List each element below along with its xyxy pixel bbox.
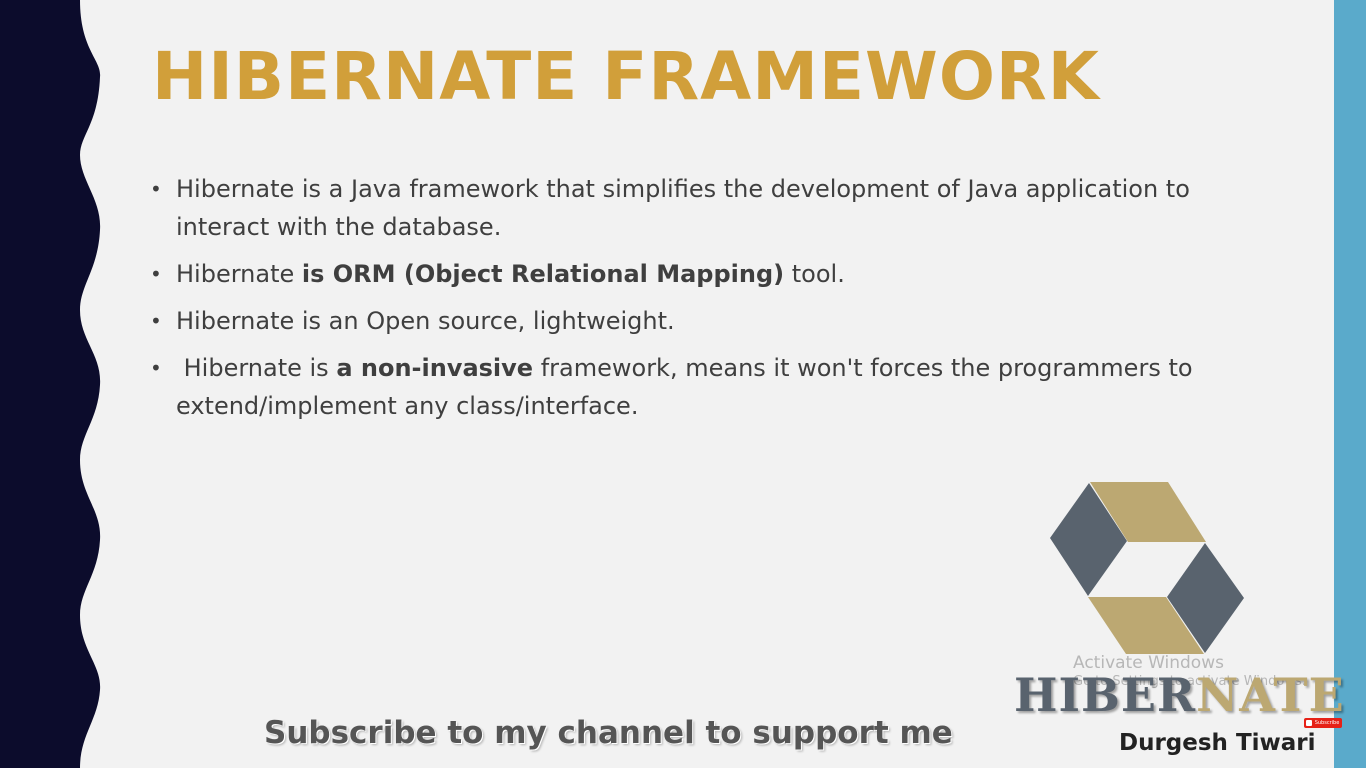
right-accent-bar xyxy=(1334,0,1366,768)
bullet-text: Hibernate is a Java framework that simpl… xyxy=(176,175,1190,241)
hibernate-logo-icon xyxy=(1050,482,1244,654)
logo-text-part1: HIBER xyxy=(1014,668,1197,722)
bullet-bold-text: is ORM (Object Relational Mapping) xyxy=(301,260,785,288)
subscribe-overlay-text: Subscribe to my channel to support me xyxy=(264,715,953,751)
logo-text-part2: NATE xyxy=(1196,668,1345,722)
bullet-dot: • xyxy=(150,356,162,380)
bullet-text: tool. xyxy=(784,260,845,288)
bullet-dot: • xyxy=(150,262,162,286)
bullet-item: • Hibernate is a non-invasive framework,… xyxy=(148,349,1248,425)
bullet-dot: • xyxy=(150,177,162,201)
left-wave-decoration xyxy=(0,0,101,768)
author-name: Durgesh Tiwari xyxy=(1119,730,1316,756)
bullet-text: Hibernate is xyxy=(176,354,337,382)
slide-title: HIBERNATE FRAMEWORK xyxy=(152,38,1100,115)
hibernate-logo-text: HIBERNATE xyxy=(1014,672,1345,718)
bullet-item: • Hibernate is a Java framework that simp… xyxy=(148,170,1248,246)
youtube-subscribe-button[interactable]: Subscribe xyxy=(1304,718,1342,728)
bullet-text: Hibernate is an Open source, lightweight… xyxy=(176,307,675,335)
bullet-list: • Hibernate is a Java framework that simp… xyxy=(148,170,1248,434)
bullet-item: • Hibernate is ORM (Object Relational Map… xyxy=(148,255,1248,293)
bullet-item: • Hibernate is an Open source, lightweigh… xyxy=(148,302,1248,340)
bullet-text: Hibernate xyxy=(176,260,302,288)
bullet-dot: • xyxy=(150,309,162,333)
bullet-bold-text: a non-invasive xyxy=(336,354,534,382)
youtube-subscribe-label: Subscribe xyxy=(1314,720,1340,726)
youtube-play-icon xyxy=(1306,720,1312,726)
